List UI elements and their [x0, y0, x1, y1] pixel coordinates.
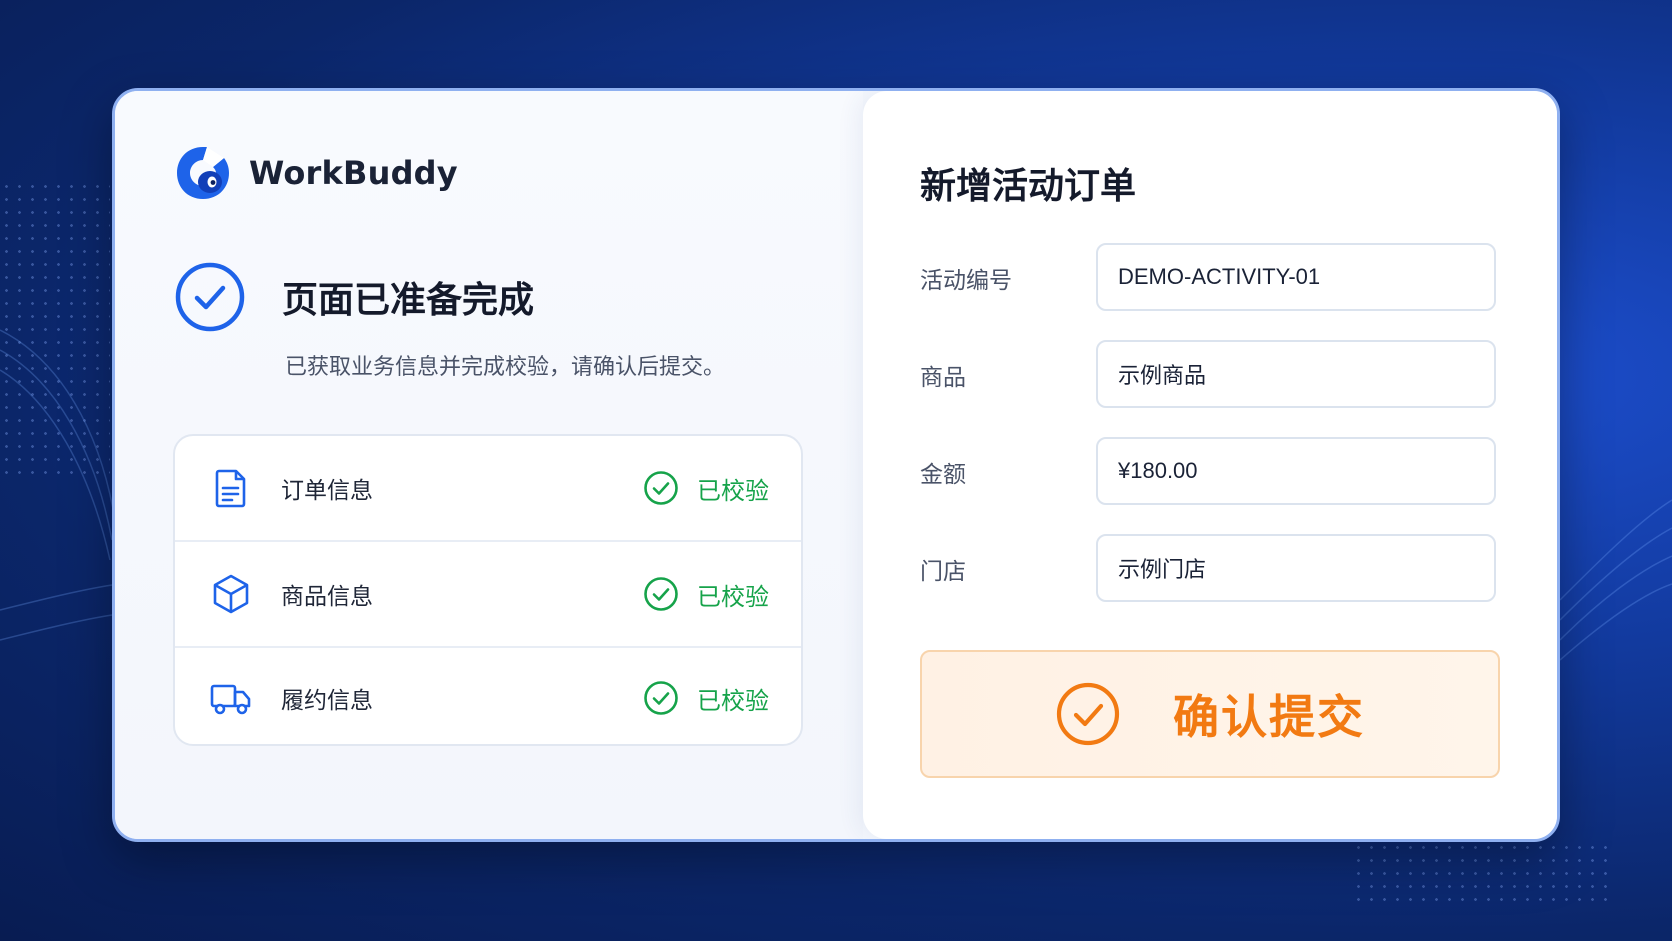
checklist-status: 已校验: [697, 686, 769, 715]
document-icon: [215, 469, 246, 508]
field-label: 金额: [920, 462, 966, 488]
checklist-item-label: 商品信息: [281, 584, 373, 610]
submit-label: 确认提交: [1173, 690, 1365, 744]
check-circle-orange-icon: [1056, 682, 1120, 746]
field-amount: 金额: [920, 437, 1500, 505]
workbuddy-logo-icon: [177, 147, 229, 199]
checklist-item-product: 商品信息 已校验: [175, 542, 801, 648]
status-panel: WorkBuddy 页面已准备完成 已获取业务信息并完成校验，请确认后提交。 订…: [115, 91, 863, 839]
order-form-panel: 新增活动订单 活动编号 商品 金额 门店: [863, 91, 1557, 839]
store-input[interactable]: [1096, 534, 1496, 602]
field-activity-id: 活动编号: [920, 243, 1500, 311]
check-circle-green-icon: [644, 577, 678, 611]
ready-description: 已获取业务信息并完成校验，请确认后提交。: [285, 355, 726, 380]
field-label: 活动编号: [920, 268, 1012, 294]
validation-checklist: 订单信息 已校验 商品信息 已校验 履约信息 已校验: [173, 434, 803, 746]
activity-id-input[interactable]: [1096, 243, 1496, 311]
truck-icon: [210, 684, 251, 715]
amount-input[interactable]: [1096, 437, 1496, 505]
background: WorkBuddy 页面已准备完成 已获取业务信息并完成校验，请确认后提交。 订…: [0, 0, 1672, 941]
checklist-status: 已校验: [697, 476, 769, 505]
field-label: 商品: [920, 365, 966, 391]
checklist-item-label: 订单信息: [281, 478, 373, 504]
ready-title: 页面已准备完成: [282, 280, 535, 321]
form-title: 新增活动订单: [920, 166, 1137, 207]
product-input[interactable]: [1096, 340, 1496, 408]
field-label: 门店: [920, 559, 966, 585]
confirm-submit-button[interactable]: 确认提交: [920, 650, 1500, 778]
box-icon: [213, 574, 249, 614]
app-name: WorkBuddy: [249, 154, 458, 192]
check-circle-green-icon: [644, 471, 678, 505]
ready-status: 页面已准备完成: [174, 261, 534, 333]
checklist-status: 已校验: [697, 582, 769, 611]
main-card: WorkBuddy 页面已准备完成 已获取业务信息并完成校验，请确认后提交。 订…: [112, 88, 1560, 842]
checklist-item-order: 订单信息 已校验: [175, 436, 801, 542]
check-circle-green-icon: [644, 681, 678, 715]
field-store: 门店: [920, 534, 1500, 602]
checklist-item-label: 履约信息: [281, 688, 373, 714]
checklist-item-fulfillment: 履约信息 已校验: [175, 648, 801, 744]
field-product: 商品: [920, 340, 1500, 408]
brand: WorkBuddy: [173, 143, 458, 203]
check-circle-icon: [175, 262, 245, 332]
